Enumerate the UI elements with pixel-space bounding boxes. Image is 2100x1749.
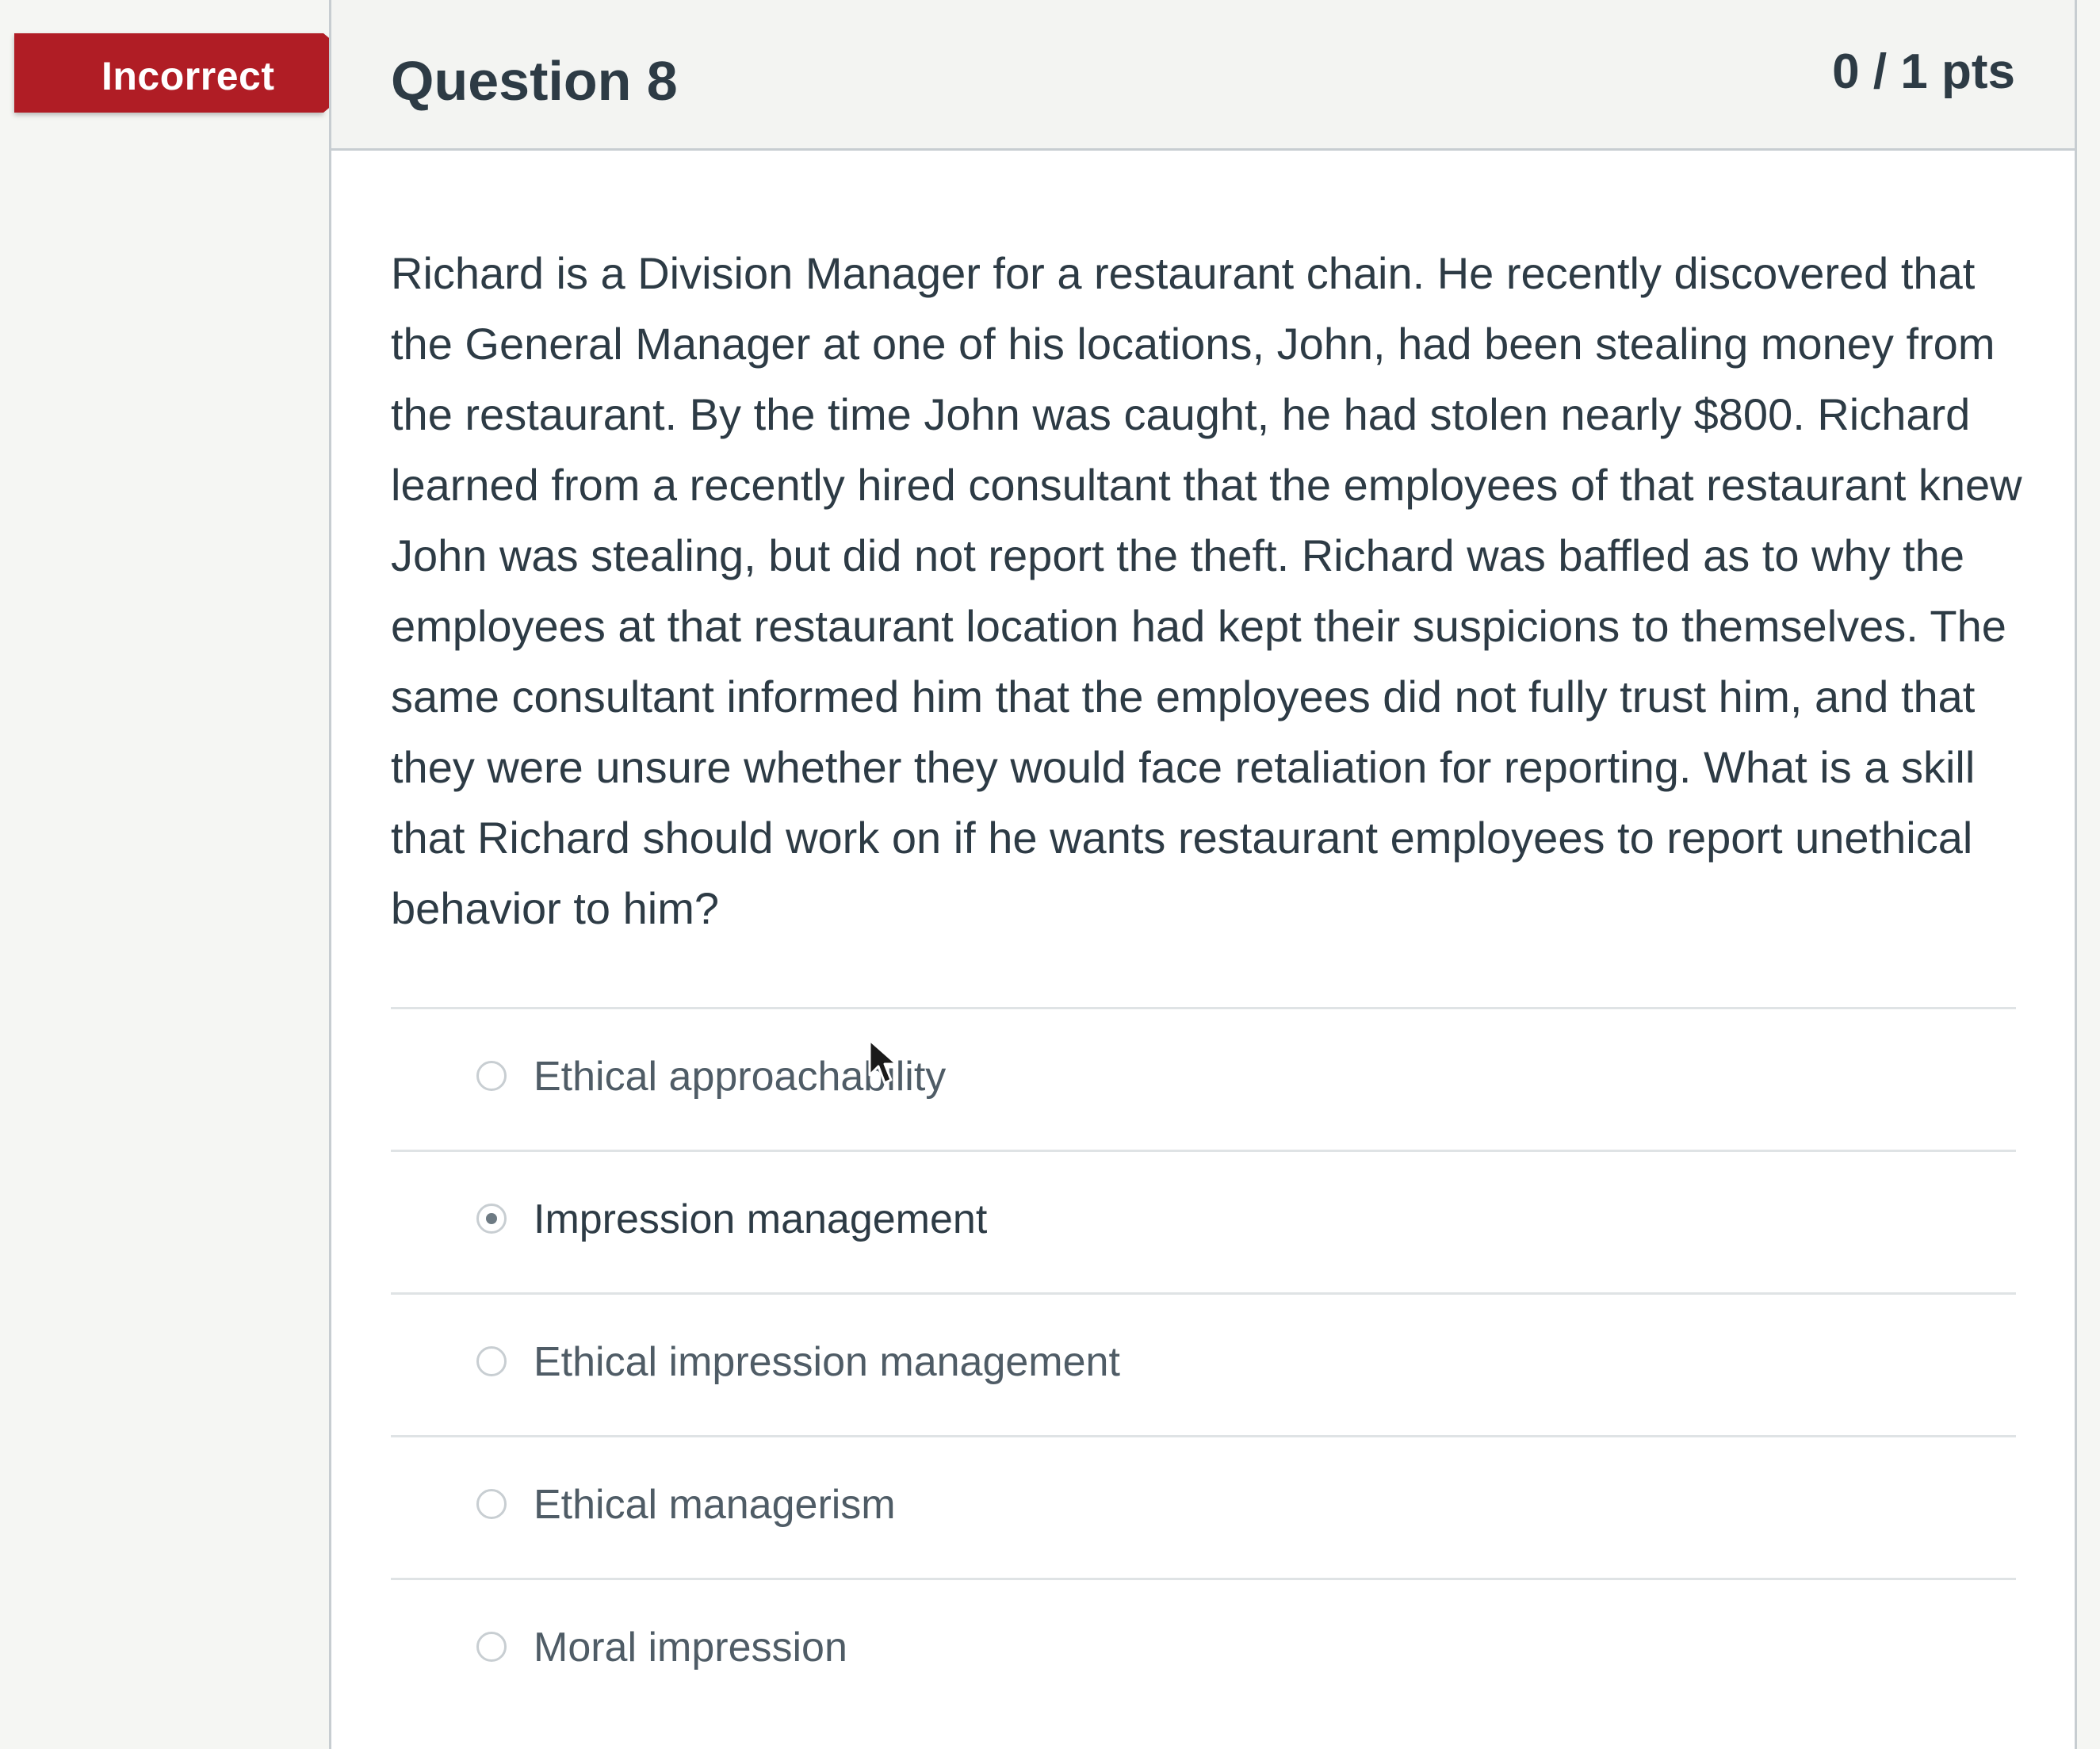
mouse-pointer-icon [868,1039,898,1085]
question-points: 0 / 1 pts [1832,44,2015,99]
answer-option-moral-impression[interactable]: Moral impression [391,1578,2016,1720]
answer-label: Moral impression [534,1625,847,1671]
radio-button[interactable] [476,1632,507,1662]
question-title: Question 8 [391,50,678,112]
radio-button-selected[interactable] [476,1204,507,1234]
radio-button[interactable] [476,1489,507,1519]
answer-option-ethical-approachability[interactable]: Ethical approachability [391,1007,2016,1150]
radio-button[interactable] [476,1346,507,1376]
question-header: Question 8 0 / 1 pts [331,0,2075,151]
question-text: Richard is a Division Manager for a rest… [391,248,2022,933]
question-panel: Question 8 0 / 1 pts Richard is a Divisi… [329,0,2077,1749]
incorrect-status-tag: Incorrect [14,33,371,113]
answer-option-ethical-managerism[interactable]: Ethical managerism [391,1435,2016,1578]
answer-option-impression-management[interactable]: Impression management [391,1150,2016,1292]
answer-label: Ethical impression management [534,1339,1120,1385]
status-tag-label: Incorrect [101,54,275,98]
answer-label: Impression management [534,1196,988,1242]
answer-option-ethical-impression-management[interactable]: Ethical impression management [391,1292,2016,1435]
answer-list: Ethical approachability Impression manag… [391,1007,2016,1720]
radio-button[interactable] [476,1061,507,1091]
answer-label: Ethical managerism [534,1482,896,1528]
